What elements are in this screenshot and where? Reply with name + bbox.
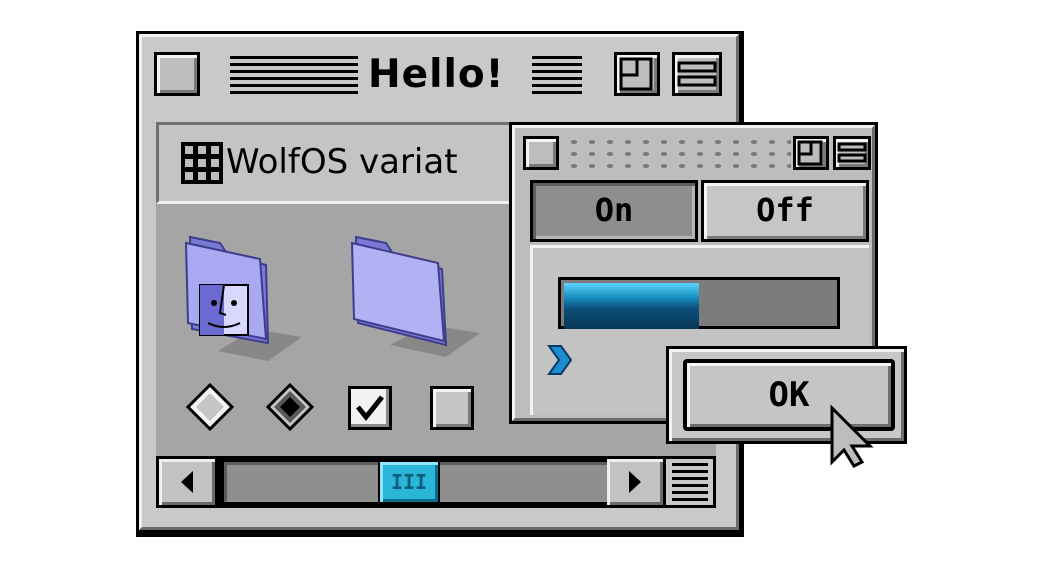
collapse-box[interactable] — [672, 52, 722, 96]
progress-bar — [558, 277, 840, 329]
window-title: Hello! — [368, 52, 505, 97]
windowshade-icon — [837, 142, 867, 163]
header-label: WolfOS variat — [226, 142, 458, 182]
close-box[interactable] — [154, 52, 200, 96]
title-bar-stripes-right[interactable] — [532, 56, 582, 94]
checkmark-icon — [356, 395, 384, 422]
arrow-left-icon — [181, 471, 193, 493]
horizontal-scrollbar[interactable]: III — [156, 456, 666, 508]
zoom-icon — [797, 140, 823, 166]
mouse-cursor-icon — [830, 404, 874, 468]
scroll-left-button[interactable] — [159, 459, 215, 505]
windowshade-icon — [677, 61, 717, 87]
zoom-box[interactable] — [614, 52, 660, 96]
control-window-close-box[interactable] — [523, 136, 559, 170]
scroll-thumb[interactable]: III — [378, 460, 440, 504]
checkbox-unchecked[interactable] — [430, 386, 474, 430]
progress-fill — [564, 283, 699, 329]
radio-button-unchecked[interactable] — [186, 383, 234, 431]
folder-icon[interactable] — [346, 233, 486, 363]
resize-grip-icon — [672, 463, 708, 503]
scroll-right-button[interactable] — [607, 459, 663, 505]
checkbox-checked[interactable] — [348, 386, 392, 430]
segment-off-button[interactable]: Off — [701, 180, 869, 242]
scroll-thumb-grip: III — [390, 470, 428, 494]
segment-on-button[interactable]: On — [530, 180, 698, 242]
control-window-zoom-box[interactable] — [793, 136, 829, 170]
disclosure-triangle-icon[interactable] — [545, 342, 573, 378]
control-window-title-bar[interactable] — [565, 136, 791, 170]
control-window-collapse-box[interactable] — [833, 136, 871, 170]
arrow-right-icon — [629, 471, 641, 493]
radio-button-checked[interactable] — [266, 383, 314, 431]
resize-grip[interactable] — [666, 456, 716, 508]
title-bar-stripes-left[interactable] — [230, 56, 358, 94]
progress-track — [561, 280, 837, 329]
finder-folder-icon[interactable] — [180, 233, 308, 363]
zoom-icon — [619, 57, 653, 91]
grid-view-icon — [181, 142, 223, 184]
